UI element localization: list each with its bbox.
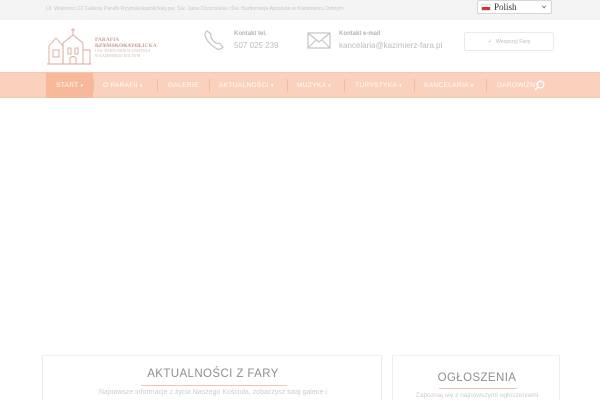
- search-icon[interactable]: [533, 79, 547, 93]
- nav-item-turystyka[interactable]: TURYSTYKA ▾: [355, 73, 402, 98]
- news-title: AKTUALNOŚCI Z FARY: [147, 368, 279, 380]
- chevron-down-icon: [541, 5, 547, 9]
- nav-item-o-parafii[interactable]: O PARAFII ▾: [103, 73, 143, 98]
- nav-item-start[interactable]: START ▾: [46, 73, 94, 98]
- nav-item-galerie[interactable]: GALERIE: [168, 73, 199, 98]
- nav-item-aktualnosci[interactable]: AKTUALNOŚCI ▾: [219, 73, 274, 98]
- contact-email-value[interactable]: kancelaria@kazimierz-fara.pl: [339, 41, 442, 50]
- logo-line: PW. ŚW. JANA CHRZCICIELA: [95, 44, 145, 48]
- poland-flag-icon: [481, 3, 491, 11]
- parish-logo[interactable]: PARAFIA RZYMSKOKATOLICKA PW. ŚW. JANA CH…: [46, 26, 176, 66]
- top-bar: Ul. Wolności 12 Galeria Parafii Rzymskok…: [0, 0, 600, 20]
- top-bar-address: Ul. Wolności 12 Galeria Parafii Rzymskok…: [46, 6, 344, 12]
- nav-item-kancelaria[interactable]: KANCELARIA ▾: [424, 73, 474, 98]
- announcements-description: Zapoznaj się z najnowszymi ogłoszeniami: [415, 392, 539, 399]
- check-icon: ✓: [487, 39, 493, 45]
- news-section: AKTUALNOŚCI Z FARY Najnowsze informacje …: [42, 355, 382, 400]
- language-selected: Polish: [494, 2, 517, 12]
- news-description: Najnowsze informacje z życia Naszego Koś…: [99, 389, 327, 396]
- contact-phone[interactable]: Kontakt tel. 507 025 239: [202, 28, 302, 54]
- announcements-section: OGŁOSZENIA Zapoznaj się z najnowszymi og…: [392, 355, 560, 400]
- church-logo-icon: [47, 28, 91, 65]
- contact-phone-label: Kontakt tel.: [234, 31, 267, 37]
- contact-email-label: Kontakt e-mail: [339, 31, 381, 37]
- announcements-title-underline: [439, 388, 517, 389]
- contact-email[interactable]: Kontakt e-mail kancelaria@kazimierz-fara…: [307, 28, 457, 54]
- logo-line: I ŚW. BARTŁOMIEJA APOSTOŁA: [95, 49, 151, 53]
- nav-item-muzyka[interactable]: MUZYKA ▾: [297, 73, 331, 98]
- language-select[interactable]: Polish: [477, 0, 552, 14]
- envelope-icon: [307, 32, 331, 49]
- phone-icon: [204, 30, 224, 50]
- main-nav: START ▾ O PARAFII ▾ GALERIE AKTUALNOŚCI ▾ M…: [0, 72, 600, 98]
- announcements-title: OGŁOSZENIA: [437, 372, 517, 384]
- contact-phone-value[interactable]: 507 025 239: [234, 41, 279, 50]
- logo-line: W KAZIMIERZU DOLNYM: [95, 54, 141, 58]
- news-title-underline: [141, 385, 287, 386]
- donate-button[interactable]: ✓ Wesprzyj Farę: [464, 32, 554, 51]
- donate-button-label: Wesprzyj Farę: [495, 38, 531, 45]
